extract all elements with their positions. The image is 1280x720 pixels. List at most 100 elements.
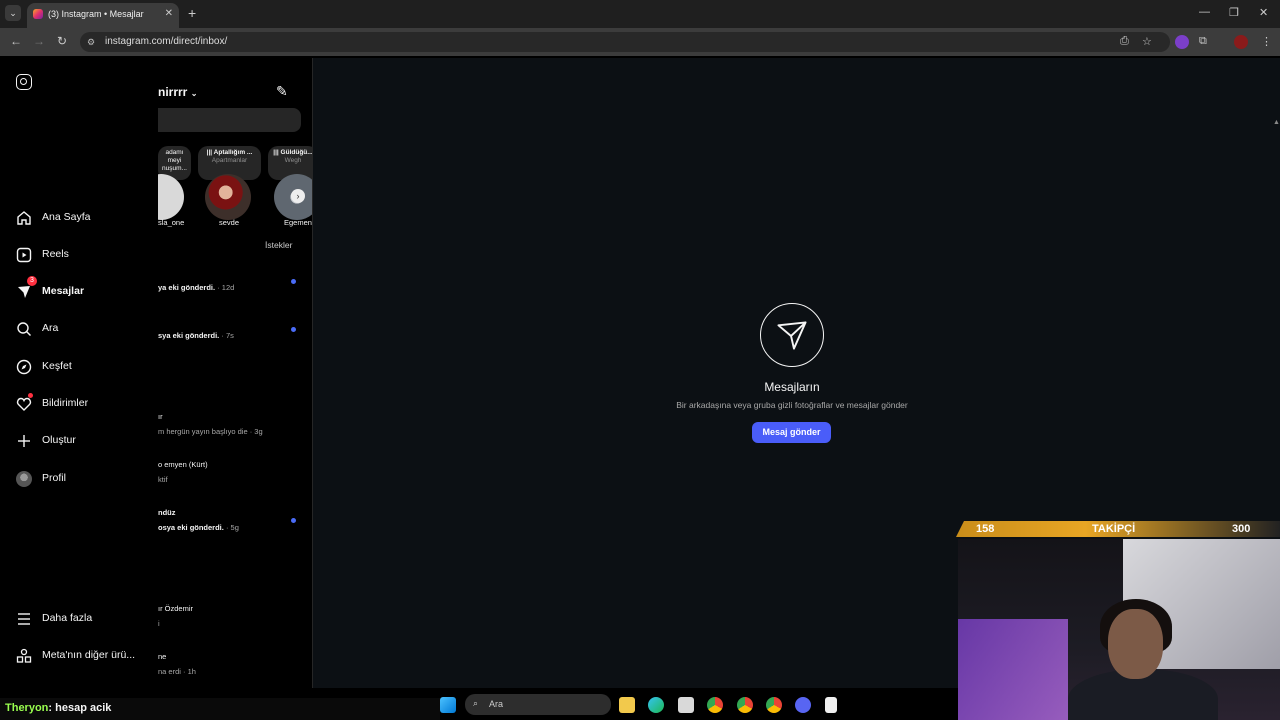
unread-dot bbox=[291, 518, 296, 523]
sidebar-item-search[interactable]: Ara bbox=[16, 319, 58, 339]
thread-time: · 7s bbox=[219, 331, 234, 340]
chevron-right-icon[interactable]: › bbox=[291, 189, 305, 203]
sidebar-item-home[interactable]: Ana Sayfa bbox=[16, 208, 90, 228]
taskbar-search-placeholder: Ara bbox=[489, 699, 504, 709]
sidebar-item-meta[interactable]: Meta'nın diğer ürü... bbox=[16, 646, 135, 666]
thread-preview: ya eki gönderdi. · 12d bbox=[158, 283, 234, 292]
browser-tab-strip: ⌄ (3) Instagram • Mesajlar ✕ + — ❐ ✕ bbox=[0, 0, 1280, 28]
account-switcher[interactable]: nirrrr ⌄ bbox=[158, 85, 197, 99]
chrome-icon[interactable] bbox=[737, 697, 753, 713]
story-avatar[interactable]: › bbox=[274, 174, 312, 220]
meta-apps-icon bbox=[16, 648, 32, 663]
url-text: instagram.com/direct/inbox/ bbox=[105, 36, 228, 47]
note-title: |​|| Aptallığım ... bbox=[206, 149, 253, 156]
scroll-up-arrow-icon[interactable]: ▲ bbox=[1273, 119, 1280, 126]
minimize-button[interactable]: — bbox=[1199, 6, 1210, 18]
follower-goal: 300 bbox=[1232, 523, 1251, 535]
taskbar-search[interactable]: ⌕ Ara bbox=[465, 694, 611, 715]
unread-dot bbox=[291, 327, 296, 332]
empty-state-title: Mesajların bbox=[764, 380, 820, 394]
sidebar-item-label: Reels bbox=[42, 248, 69, 260]
maximize-button[interactable]: ❐ bbox=[1229, 6, 1239, 19]
thread-time: · 5g bbox=[223, 523, 239, 532]
thread-preview: sya eki gönderdi. · 7s bbox=[158, 331, 234, 340]
sidebar-item-messages[interactable]: 3 Mesajlar bbox=[16, 276, 84, 302]
extension-icon[interactable] bbox=[1175, 35, 1189, 49]
explore-icon bbox=[16, 359, 32, 375]
thread-preview-text: osya eki gönderdi. bbox=[158, 523, 224, 532]
sidebar-item-notifications[interactable]: Bildirimler bbox=[16, 393, 88, 414]
heart-icon bbox=[16, 397, 32, 411]
back-icon[interactable]: ← bbox=[10, 34, 22, 48]
sidebar-item-label: Profil bbox=[42, 472, 66, 484]
document-icon[interactable] bbox=[825, 697, 837, 713]
thread-name: ır bbox=[158, 412, 163, 421]
thread-preview-text: ktif bbox=[158, 475, 168, 484]
thread-preview-text: m hergün yayın başlıyo die bbox=[158, 427, 248, 436]
thread-preview-text: sya eki gönderdi. bbox=[158, 331, 220, 340]
sidebar: Ana Sayfa Reels 3 Mesajlar Ara Keşfet Bi… bbox=[0, 58, 158, 688]
compose-icon[interactable]: ✎ bbox=[276, 83, 288, 100]
forward-icon[interactable]: → bbox=[33, 34, 45, 48]
store-icon[interactable] bbox=[678, 697, 694, 713]
story-avatar[interactable] bbox=[205, 174, 251, 220]
story-name: sla_one bbox=[158, 218, 185, 227]
tab-close-button[interactable]: ✕ bbox=[165, 8, 173, 19]
empty-state-subtitle: Bir arkadaşına veya gruba gizli fotoğraf… bbox=[676, 400, 908, 410]
chrome-icon[interactable] bbox=[707, 697, 723, 713]
thread-preview: na erdi · 1h bbox=[158, 667, 196, 676]
story-avatar[interactable] bbox=[158, 174, 184, 220]
edge-icon[interactable] bbox=[648, 697, 664, 713]
notification-dot bbox=[28, 393, 33, 398]
omnibox[interactable]: ⚙ instagram.com/direct/inbox/ bbox=[80, 32, 1170, 52]
start-menu-icon[interactable] bbox=[440, 697, 456, 713]
sidebar-item-explore[interactable]: Keşfet bbox=[16, 357, 72, 377]
bookmark-star-icon[interactable]: ☆ bbox=[1142, 35, 1152, 48]
thread-name: ndüz bbox=[158, 508, 176, 517]
webcam-person-face bbox=[1108, 609, 1163, 679]
account-username: nirrrr bbox=[158, 85, 188, 99]
chrome-icon[interactable] bbox=[766, 697, 782, 713]
instagram-logo-icon[interactable] bbox=[16, 74, 32, 90]
profile-avatar[interactable] bbox=[1234, 35, 1248, 49]
thread-time: · 1h bbox=[180, 667, 196, 676]
close-window-button[interactable]: ✕ bbox=[1259, 6, 1268, 19]
messenger-icon bbox=[18, 286, 30, 298]
sidebar-item-label: Ana Sayfa bbox=[42, 211, 91, 223]
address-toolbar: ← → ↻ ⚙ instagram.com/direct/inbox/ ⎙ ☆ … bbox=[0, 28, 1280, 56]
tab-search-button[interactable]: ⌄ bbox=[5, 5, 21, 21]
browser-tab-instagram[interactable]: (3) Instagram • Mesajlar ✕ bbox=[27, 3, 179, 28]
extensions-puzzle-icon[interactable]: ⧉ bbox=[1199, 35, 1207, 48]
follower-goal-bar: 158 TAKİPÇİ 300 bbox=[956, 521, 1280, 537]
thread-preview: osya eki gönderdi. · 5g bbox=[158, 523, 239, 532]
file-explorer-icon[interactable] bbox=[619, 697, 635, 713]
message-list-panel: nirrrr ⌄ ✎ adamı meyi nuşum... |​|| Apta… bbox=[158, 58, 313, 688]
send-message-button[interactable]: Mesaj gönder bbox=[752, 422, 831, 443]
new-tab-button[interactable]: + bbox=[188, 5, 196, 21]
sidebar-item-profile[interactable]: Profil bbox=[16, 469, 66, 489]
menu-kebab-icon[interactable]: ⋮ bbox=[1261, 35, 1272, 48]
messenger-outline-icon bbox=[760, 303, 824, 367]
note-title: adamı bbox=[165, 149, 184, 156]
story-name: Egemen bbox=[284, 218, 312, 227]
site-info-icon[interactable]: ⚙ bbox=[87, 37, 95, 48]
sidebar-item-label: Keşfet bbox=[42, 360, 72, 372]
chat-text: : hesap acik bbox=[48, 702, 112, 714]
note-sub: meyi nuşum... bbox=[162, 157, 187, 172]
reload-icon[interactable]: ↻ bbox=[57, 34, 67, 48]
discord-icon[interactable] bbox=[795, 697, 811, 713]
requests-link[interactable]: İstekler bbox=[265, 240, 292, 250]
note-sub: Wegh bbox=[284, 157, 302, 164]
sidebar-item-reels[interactable]: Reels bbox=[16, 245, 69, 265]
plus-icon bbox=[18, 435, 30, 447]
sidebar-item-create[interactable]: Oluştur bbox=[16, 431, 76, 451]
sidebar-item-label: Daha fazla bbox=[42, 612, 93, 624]
install-app-icon[interactable]: ⎙ bbox=[1120, 35, 1129, 48]
sidebar-item-label: Ara bbox=[42, 322, 59, 334]
instagram-favicon-icon bbox=[33, 9, 43, 19]
sidebar-item-more[interactable]: Daha fazla bbox=[16, 609, 92, 629]
sidebar-item-label: Bildirimler bbox=[42, 397, 89, 409]
story-name: sevde bbox=[219, 218, 240, 227]
search-input[interactable] bbox=[158, 108, 301, 132]
unread-badge: 3 bbox=[27, 276, 37, 286]
